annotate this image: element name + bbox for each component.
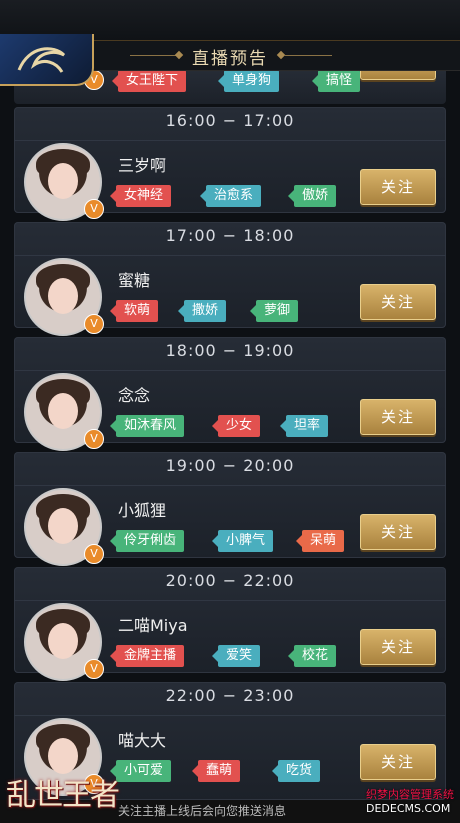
game-logo-badge[interactable] xyxy=(0,34,94,86)
tag: 萝御 xyxy=(249,300,299,322)
time-slot: 19:00 − 20:00 xyxy=(14,456,446,486)
vip-badge: V xyxy=(84,429,104,449)
tag: 傲娇 xyxy=(287,185,337,207)
streamer-name: 小狐狸 xyxy=(118,501,167,520)
game-title-logo: 乱世王者 xyxy=(0,752,130,823)
tag: 女神经 xyxy=(109,185,172,207)
tag: 软萌 xyxy=(109,300,159,322)
tag: 搞怪 xyxy=(311,70,361,92)
watermark-url: DEDECMS.COM xyxy=(366,802,451,815)
watermark-line: 织梦内容管理系统 xyxy=(366,788,454,801)
time-slot: 16:00 − 17:00 xyxy=(14,111,446,141)
dragon-icon xyxy=(17,47,66,73)
stream-card: 20:00 − 22:00 V 二喵Miya 金牌主播 爱笑 校花 关注 xyxy=(14,567,446,681)
tag: 校花 xyxy=(287,645,337,667)
stream-card: 19:00 − 20:00 V 小狐狸 伶牙俐齿 小脾气 呆萌 关注 xyxy=(14,452,446,566)
tag: 女王陛下 xyxy=(111,70,187,92)
tag: 坦率 xyxy=(279,415,329,437)
follow-button[interactable]: 关注 xyxy=(360,629,436,665)
tag: 撒娇 xyxy=(177,300,227,322)
game-title-text: 乱世王者 xyxy=(6,778,120,813)
tag: 爱笑 xyxy=(211,645,261,667)
vip-badge: V xyxy=(84,544,104,564)
time-slot: 18:00 − 19:00 xyxy=(14,341,446,371)
watermark: 织梦内容管理系统 DEDECMS.COM xyxy=(366,786,454,815)
vip-badge: V xyxy=(84,314,104,334)
streamer-name: 蜜糖 xyxy=(118,271,151,290)
vip-badge: V xyxy=(84,659,104,679)
time-slot: 20:00 − 22:00 xyxy=(14,571,446,601)
tag: 吃货 xyxy=(271,760,321,782)
tag: 小脾气 xyxy=(211,530,274,552)
time-slot: 17:00 − 18:00 xyxy=(14,226,446,256)
vip-badge: V xyxy=(84,199,104,219)
tag: 金牌主播 xyxy=(109,645,185,667)
streamer-name: 喵大大 xyxy=(118,731,167,750)
tag: 单身狗 xyxy=(217,70,280,92)
follow-button[interactable]: 关注 xyxy=(360,169,436,205)
stream-card: 17:00 − 18:00 V 蜜糖 软萌 撒娇 萝御 关注 xyxy=(14,222,446,336)
time-slot: 22:00 − 23:00 xyxy=(14,686,446,716)
streamer-name: 念念 xyxy=(118,386,151,405)
follow-button[interactable]: 关注 xyxy=(360,284,436,320)
follow-button[interactable]: 关注 xyxy=(360,744,436,780)
tag: 治愈系 xyxy=(199,185,262,207)
header-rule-right xyxy=(284,55,332,56)
follow-button[interactable]: 关注 xyxy=(360,514,436,550)
stream-card: 16:00 − 17:00 V 三岁啊 女神经 治愈系 傲娇 关注 xyxy=(14,107,446,221)
tag: 少女 xyxy=(211,415,261,437)
tag: 如沐春风 xyxy=(109,415,185,437)
stream-card: 18:00 − 19:00 V 念念 如沐春风 少女 坦率 关注 xyxy=(14,337,446,451)
streamer-name: 二喵Miya xyxy=(118,616,188,635)
tag: 伶牙俐齿 xyxy=(109,530,185,552)
tag: 蠢萌 xyxy=(191,760,241,782)
streamer-name: 三岁啊 xyxy=(118,156,167,175)
tag: 呆萌 xyxy=(295,530,345,552)
follow-button[interactable]: 关注 xyxy=(360,399,436,435)
footer-note-text: 关注主播上线后会向您推送消息 xyxy=(118,804,287,818)
